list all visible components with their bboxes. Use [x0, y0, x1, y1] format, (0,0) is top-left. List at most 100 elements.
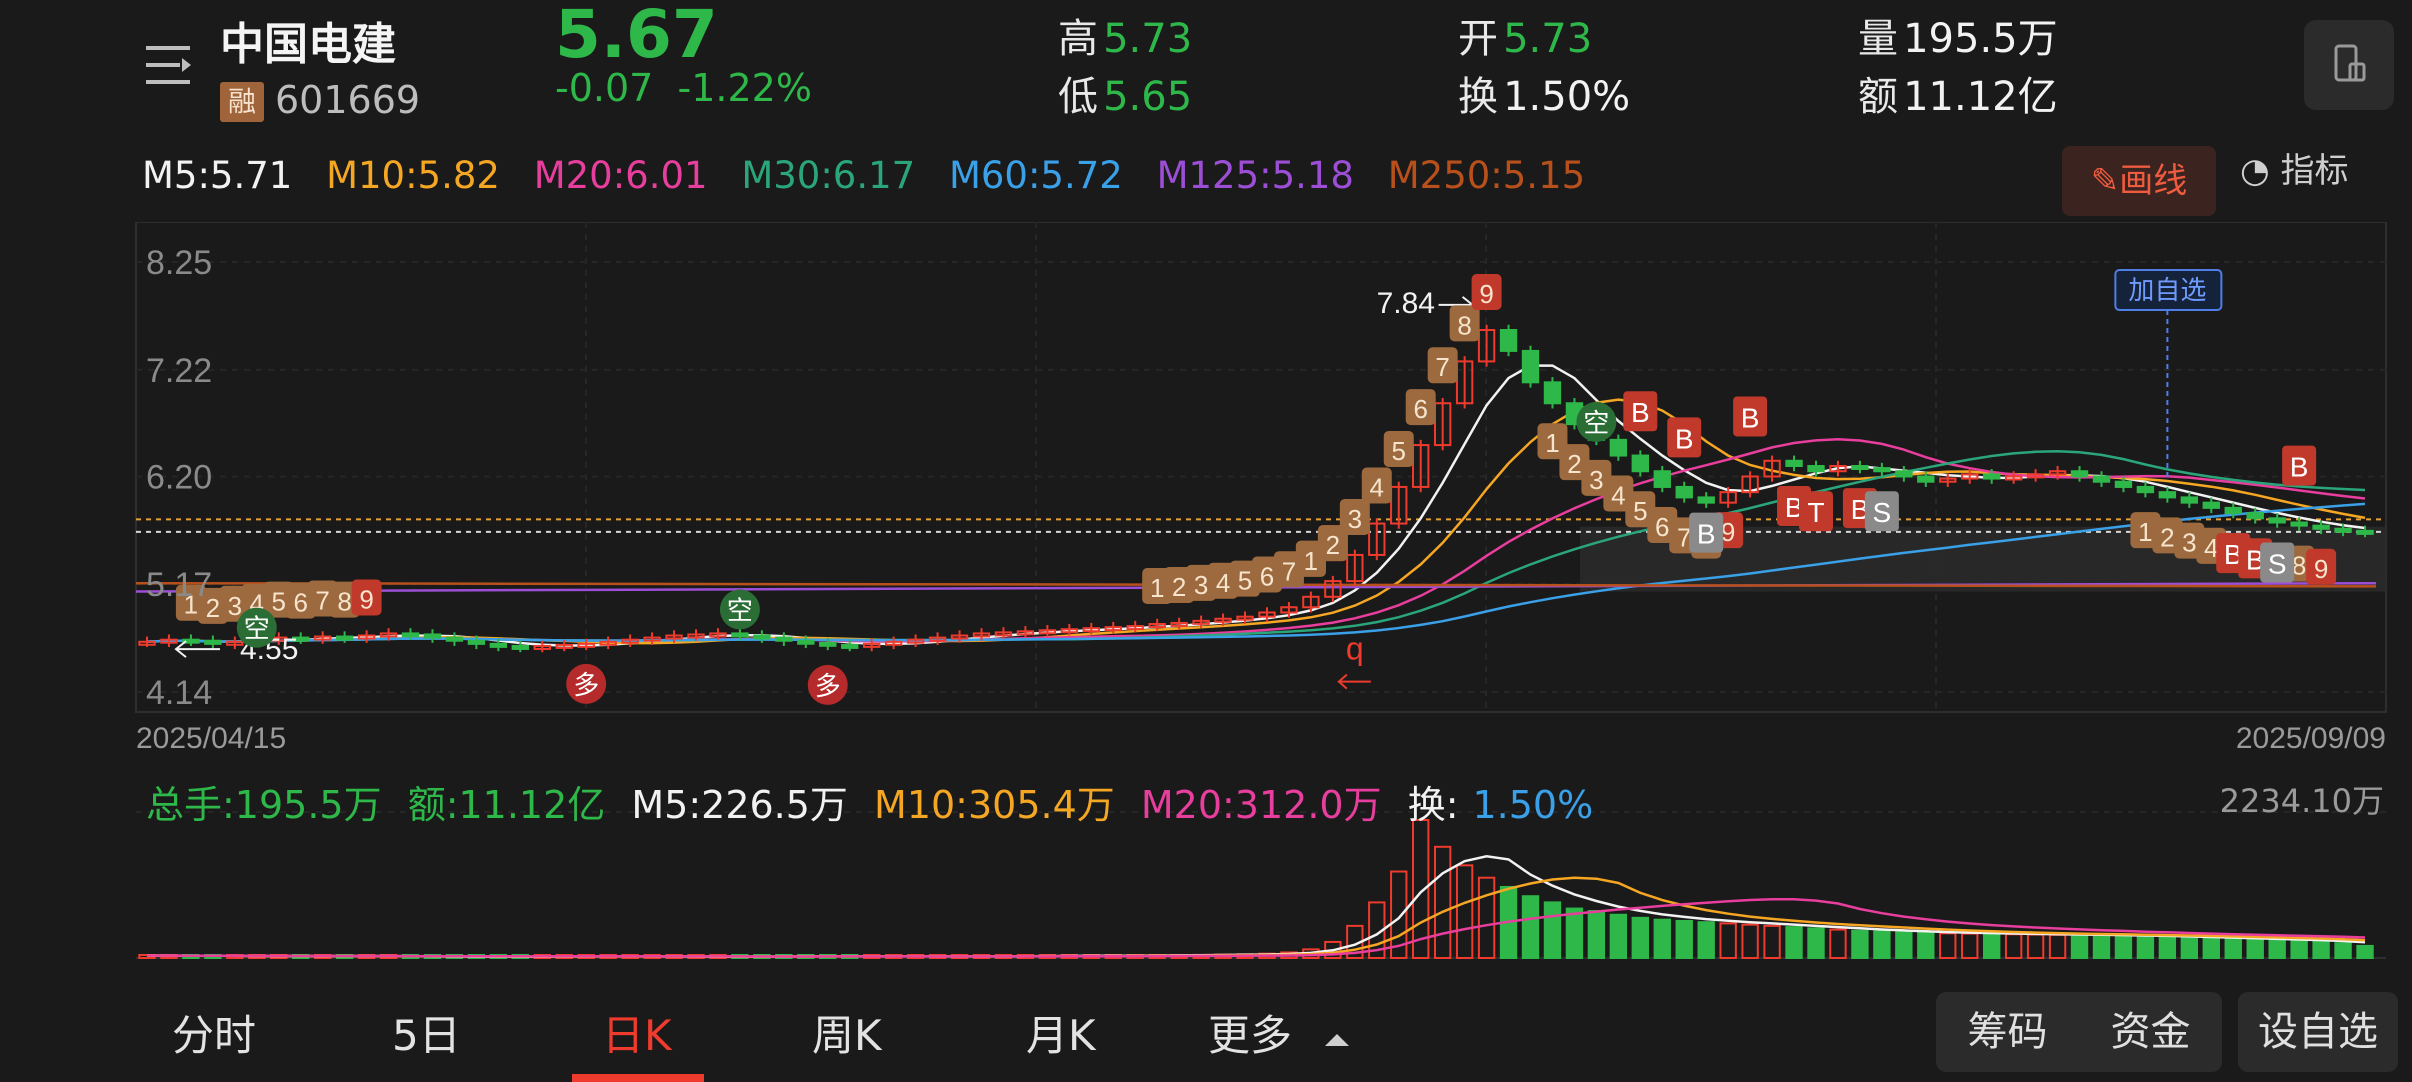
- low-stat: 低 5.65: [1058, 64, 1192, 122]
- high-label: 高: [1058, 16, 1098, 62]
- candle: [2136, 485, 2155, 494]
- active-tab-indicator: [572, 1074, 704, 1082]
- buy-signal-label: B: [2290, 452, 2309, 483]
- long-signal-label: 多: [573, 670, 599, 700]
- sequence-number: 3: [1348, 504, 1362, 534]
- y-tick-label: 6.20: [146, 458, 212, 496]
- volume-bar: [2290, 939, 2308, 960]
- volume-bar: [2136, 935, 2155, 959]
- tab-5day[interactable]: 5日: [392, 1002, 461, 1063]
- candle: [2092, 475, 2111, 483]
- max-price-label: 7.84: [1377, 287, 1435, 320]
- sell-signal-label: S: [2268, 549, 2287, 580]
- sequence-number: 4: [1611, 481, 1625, 511]
- tab-more[interactable]: 更多: [1208, 1002, 1353, 1063]
- candle: [2180, 496, 2199, 504]
- volume-bar: [1807, 927, 1825, 959]
- volume-axis-max: 2234.10万: [2219, 782, 2384, 820]
- volume-bar: [1543, 901, 1562, 960]
- add-watchlist-button[interactable]: 设自选: [2238, 992, 2398, 1072]
- ma125-label: M125:5.18: [1156, 154, 1354, 197]
- candle: [2356, 529, 2374, 535]
- buy-signal-label: B: [1631, 397, 1650, 428]
- sequence-number: 7: [1435, 352, 1449, 382]
- funds-button[interactable]: 资金: [2079, 992, 2222, 1072]
- candle: [335, 635, 354, 641]
- chips-button[interactable]: 筹码: [1936, 992, 2079, 1072]
- volume-ma-line: [146, 855, 2366, 958]
- sequence-number: 2: [2160, 522, 2174, 552]
- candle: [467, 639, 486, 645]
- sequence-number: 8: [337, 587, 351, 617]
- volume-bar: [1631, 916, 1649, 959]
- volume-bar: [1983, 932, 2001, 960]
- tab-intraday[interactable]: 分时: [172, 1002, 256, 1063]
- trade-signal-label: T: [1807, 497, 1824, 528]
- sequence-number: 6: [1260, 561, 1274, 591]
- volume-bar: [2268, 939, 2286, 959]
- sell-signal-label: S: [1873, 497, 1892, 528]
- short-signal-label: 空: [1583, 408, 1609, 438]
- price-change: -0.07 -1.22%: [555, 66, 812, 110]
- volume-bar: [1917, 931, 1935, 959]
- vol-ma20: M20:312.0万: [1140, 783, 1382, 827]
- kline-chart[interactable]: 7.844.55 1234567891234567891234567891234…: [0, 222, 2412, 962]
- candle: [731, 632, 749, 638]
- buy-signal-label: B: [1741, 402, 1760, 433]
- ma5-label: M5:5.71: [142, 154, 293, 197]
- amount-stat: 额 11.12亿: [1858, 64, 2058, 122]
- short-signal-label: 空: [244, 614, 270, 644]
- sequence-number: 9: [2314, 554, 2328, 584]
- volume-bar: [1653, 918, 1671, 960]
- volume-bar: [1785, 926, 1803, 960]
- long-signal-label: 多: [815, 671, 841, 701]
- candle: [1543, 381, 1562, 405]
- stock-code: 601669: [275, 78, 421, 122]
- period-tab-bar: 分时 5日 日K 周K 月K 更多 筹码 资金 设自选: [0, 980, 2412, 1082]
- candle: [1917, 475, 1935, 483]
- vol-ma10: M10:305.4万: [874, 783, 1115, 827]
- menu-icon[interactable]: [144, 44, 194, 86]
- tab-weekly-k[interactable]: 周K: [812, 1002, 882, 1063]
- volume-bar: [1477, 876, 1496, 960]
- volume-bar: [2026, 933, 2045, 960]
- pencil-icon: ✎: [2090, 161, 2120, 201]
- turnover-value: 1.50%: [1503, 74, 1631, 120]
- ma60-label: M60:5.72: [948, 154, 1123, 197]
- sequence-number: 5: [1392, 436, 1406, 466]
- ma30-label: M30:6.17: [741, 154, 916, 197]
- buy-signal-label: B: [1675, 423, 1694, 454]
- tab-daily-k[interactable]: 日K: [602, 1002, 672, 1063]
- candle: [2114, 480, 2133, 488]
- sequence-number: 1: [2138, 517, 2152, 547]
- volume-ma-line: [146, 897, 2366, 958]
- candle: [445, 636, 464, 642]
- sequence-number: 6: [293, 588, 307, 618]
- candle: [511, 644, 529, 650]
- high-value: 5.73: [1103, 16, 1193, 62]
- tab-monthly-k[interactable]: 月K: [1026, 1002, 1096, 1063]
- landscape-toggle-button[interactable]: [2304, 20, 2394, 110]
- open-value: 5.73: [1503, 16, 1593, 62]
- sequence-number: 8: [1457, 310, 1471, 340]
- ma-line: [146, 398, 2366, 645]
- candle: [1785, 459, 1803, 468]
- volume-label: 量: [1858, 16, 1898, 62]
- low-value: 5.65: [1103, 74, 1193, 120]
- candle: [1653, 470, 1671, 488]
- draw-line-button[interactable]: ✎画线: [2062, 146, 2216, 216]
- vol-turnover-value: 1.50%: [1472, 783, 1594, 827]
- volume-ma-line: [146, 876, 2366, 958]
- volume-bar: [2334, 942, 2352, 959]
- x-end-date: 2025/09/09: [2236, 722, 2386, 755]
- candle: [753, 634, 771, 640]
- volume-bar: [2070, 934, 2089, 960]
- ma-line: [146, 364, 2366, 647]
- volume-bar: [1719, 922, 1737, 960]
- sequence-number: 1: [1545, 428, 1559, 458]
- x-start-date: 2025/04/15: [136, 722, 286, 755]
- volume-bar: [2158, 935, 2177, 959]
- indicator-button[interactable]: ◔ 指标: [2240, 146, 2348, 196]
- tab-more-label: 更多: [1208, 1011, 1293, 1060]
- candle: [2070, 470, 2089, 478]
